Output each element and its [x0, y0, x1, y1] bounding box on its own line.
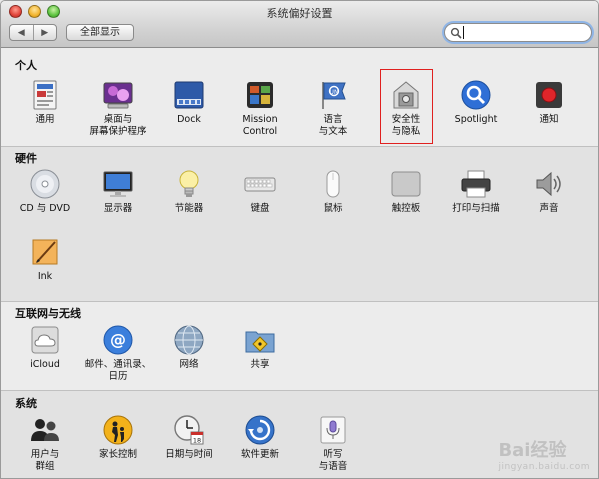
pref-energy-saver-label: 节能器: [174, 203, 204, 214]
pref-software-update-label: 软件更新: [240, 449, 279, 460]
language-icon: UN: [322, 82, 346, 109]
icloud-icon: [31, 326, 59, 354]
network-icon: [174, 325, 204, 355]
pref-mission-control[interactable]: Mission Control: [224, 79, 296, 138]
pref-general-label: 通用: [35, 114, 55, 125]
pref-notifications[interactable]: 通知: [513, 79, 585, 126]
svg-text:@: @: [110, 330, 126, 349]
search-icon: [450, 27, 462, 39]
pref-mouse-label: 鼠标: [323, 203, 343, 214]
security-highlight-box: [380, 69, 433, 144]
titlebar: 系统偏好设置 ◀ ▶ 全部显示: [1, 1, 598, 48]
pref-parental-controls[interactable]: 家长控制: [82, 414, 154, 461]
section-title-internet: 互联网与无线: [15, 307, 81, 320]
pref-language-label: 语言 与文本: [318, 114, 348, 137]
chevron-right-icon: ▶: [41, 27, 49, 38]
section-title-personal: 个人: [15, 59, 37, 72]
pref-print-scan-label: 打印与扫描: [452, 203, 500, 214]
watermark: Bai经验 jingyan.baidu.com: [498, 436, 590, 472]
calendar-day-text: 18: [193, 437, 201, 445]
pref-icloud[interactable]: iCloud: [9, 324, 81, 371]
pref-ink[interactable]: Ink: [9, 236, 81, 283]
pref-ink-label: Ink: [37, 271, 53, 282]
pref-trackpad-label: 触控板: [391, 203, 421, 214]
pref-mouse[interactable]: 鼠标: [297, 168, 369, 215]
pref-sharing-label: 共享: [250, 359, 270, 370]
pref-dock[interactable]: Dock: [153, 79, 225, 126]
users-icon: [31, 419, 59, 441]
pref-sound-label: 声音: [539, 203, 559, 214]
pref-keyboard-label: 键盘: [250, 203, 270, 214]
cd-dvd-icon: [30, 169, 60, 199]
pref-dictation-speech[interactable]: 听写 与语音: [297, 414, 369, 473]
mail-icon: @: [103, 325, 133, 355]
pref-language-text[interactable]: UN 语言 与文本: [297, 79, 369, 138]
back-forward-control: ◀ ▶: [9, 24, 57, 41]
mouse-icon: [326, 170, 340, 198]
chevron-left-icon: ◀: [17, 27, 25, 38]
pref-parental-label: 家长控制: [98, 449, 137, 460]
pref-dock-label: Dock: [177, 114, 201, 125]
pref-mission-control-label: Mission Control: [242, 114, 278, 137]
notifications-icon: [536, 82, 562, 108]
pref-keyboard[interactable]: 键盘: [224, 168, 296, 215]
pref-spotlight-label: Spotlight: [454, 114, 498, 125]
sharing-icon: [245, 331, 275, 353]
software-update-icon: [245, 415, 275, 445]
search-field[interactable]: [444, 23, 592, 42]
pref-sharing[interactable]: 共享: [224, 324, 296, 371]
pref-dictation-label: 听写 与语音: [318, 449, 348, 472]
pref-desktop-label: 桌面与 屏幕保护程序: [89, 114, 147, 137]
pref-desktop-screensaver[interactable]: 桌面与 屏幕保护程序: [82, 79, 154, 138]
search-input[interactable]: [463, 26, 585, 39]
back-button[interactable]: ◀: [10, 25, 33, 40]
watermark-brand: Bai经验: [498, 440, 567, 461]
date-time-icon: 18: [174, 415, 204, 445]
general-icon: [33, 80, 57, 110]
dictation-icon: [320, 416, 346, 444]
desktop-icon: [103, 82, 133, 109]
pref-energy-saver[interactable]: 节能器: [153, 168, 225, 215]
trackpad-icon: [391, 171, 421, 197]
forward-button[interactable]: ▶: [32, 25, 57, 40]
section-title-system: 系统: [15, 397, 37, 410]
display-icon: [103, 171, 133, 197]
pref-spotlight[interactable]: Spotlight: [440, 79, 512, 126]
pref-mail-contacts-calendars[interactable]: @ 邮件、通讯录、 日历: [82, 324, 154, 383]
spotlight-icon: [461, 80, 491, 110]
pref-displays[interactable]: 显示器: [82, 168, 154, 215]
energy-saver-icon: [179, 170, 199, 197]
pref-cd-dvd-label: CD 与 DVD: [19, 203, 71, 214]
pref-notifications-label: 通知: [539, 114, 559, 125]
watermark-url: jingyan.baidu.com: [498, 462, 590, 472]
pref-icloud-label: iCloud: [30, 359, 60, 370]
parental-controls-icon: [103, 415, 133, 445]
mission-control-icon: [247, 82, 273, 108]
pref-software-update[interactable]: 软件更新: [224, 414, 296, 461]
system-preferences-window: 系统偏好设置 ◀ ▶ 全部显示 个人 硬件 互联网与无线 系统 通用 桌面与 屏…: [0, 0, 599, 479]
pref-users-groups[interactable]: 用户与 群组: [9, 414, 81, 473]
ink-icon: [32, 239, 58, 265]
pref-general[interactable]: 通用: [9, 79, 81, 126]
pref-mail-label: 邮件、通讯录、 日历: [84, 359, 152, 382]
section-title-hardware: 硬件: [15, 152, 37, 165]
svg-text:UN: UN: [330, 89, 339, 96]
keyboard-icon: [244, 177, 276, 192]
pref-print-scan[interactable]: 打印与扫描: [440, 168, 512, 215]
pref-cd-dvd[interactable]: CD 与 DVD: [9, 168, 81, 215]
pref-network[interactable]: 网络: [153, 324, 225, 371]
printer-icon: [461, 170, 491, 198]
show-all-button[interactable]: 全部显示: [66, 24, 134, 41]
sound-icon: [536, 171, 561, 197]
pref-trackpad[interactable]: 触控板: [370, 168, 442, 215]
dock-icon: [174, 81, 204, 109]
pref-date-time-label: 日期与时间: [165, 449, 213, 460]
pref-date-time[interactable]: 18 日期与时间: [153, 414, 225, 461]
window-title: 系统偏好设置: [266, 7, 333, 20]
pref-network-label: 网络: [179, 359, 199, 370]
pref-sound[interactable]: 声音: [513, 168, 585, 215]
pref-displays-label: 显示器: [103, 203, 133, 214]
pref-users-label: 用户与 群组: [30, 449, 60, 472]
